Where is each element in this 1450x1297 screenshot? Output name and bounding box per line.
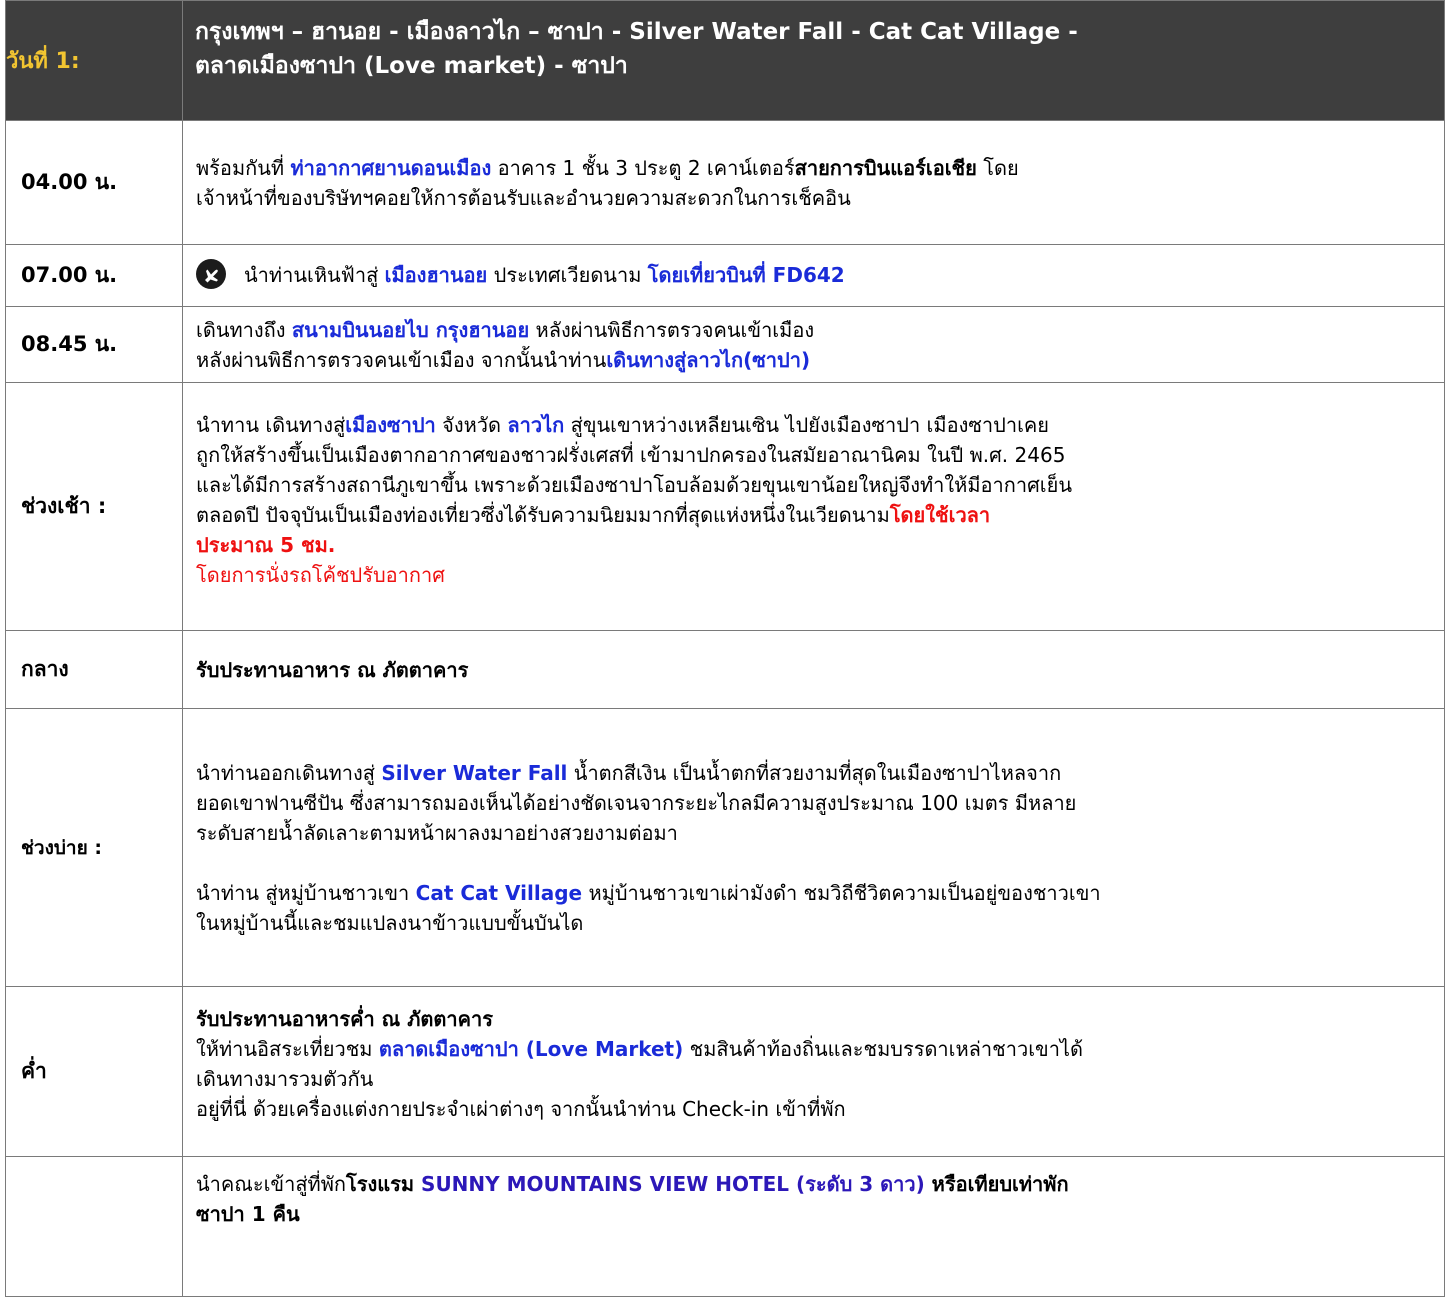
activity-cell: นำคณะเข้าสู่ที่พักโรงแรม SUNNY MOUNTAINS… xyxy=(182,1156,1445,1297)
text: นำทาน เดินทางสู่ xyxy=(196,412,346,437)
day-title-line-2: ตลาดเมืองซาปา (Love market) - ซาปา xyxy=(195,53,628,79)
text: โดย xyxy=(976,155,1019,180)
hotel-name: SUNNY MOUNTAINS VIEW HOTEL (ระดับ 3 ดาว) xyxy=(414,1172,925,1196)
text: นำท่านเหินฟ้าสู่ xyxy=(244,262,385,287)
time-cell: 04.00 น. xyxy=(5,120,183,245)
text: ระดับสายน้ำลัดเลาะตามหน้าผาลงมาอย่างสวยง… xyxy=(196,820,678,845)
activity-cell: รับประทานอาหารค่ำ ณ ภัตตาคาร ให้ท่านอิสร… xyxy=(182,986,1445,1157)
itinerary-table: วันที่ 1: กรุงเทพฯ – ฮานอย - เมืองลาวไก … xyxy=(5,0,1445,1297)
text: ประเทศเวียดนาม xyxy=(487,262,648,287)
text: ตลอดปี ปัจจุบันเป็นเมืองท่องเที่ยวซึ่งได… xyxy=(196,502,890,527)
text: เดินทางถึง xyxy=(196,317,292,342)
time-cell: ช่วงเช้า : xyxy=(5,382,183,631)
hotel-label: โรงแรม xyxy=(346,1172,415,1196)
time-cell xyxy=(5,1156,183,1297)
text: เดินทางมารวมตัวกัน xyxy=(196,1066,374,1091)
text: ให้ท่านอิสระเที่ยวชม xyxy=(196,1036,379,1061)
text: และได้มีการสร้างสถานีภูเขาขึ้น เพราะด้วย… xyxy=(196,472,1073,497)
activity-cell: นำท่านเหินฟ้าสู่ เมืองฮานอย ประเทศเวียดน… xyxy=(182,244,1445,307)
airline-name: สายการบินแอร์เอเชีย xyxy=(794,155,977,180)
dinner-note: รับประทานอาหารค่ำ ณ ภัตตาคาร xyxy=(196,1006,493,1031)
place-noi-bai-airport: สนามบินนอยไบ กรุงฮานอย xyxy=(291,317,530,342)
schedule-row-0700: 07.00 น. นำท่านเหินฟ้าสู่ เมืองฮานอย ประ… xyxy=(5,244,1445,307)
text: นำท่านออกเดินทางสู่ xyxy=(196,760,382,785)
time-cell: ช่วงบ่าย : xyxy=(5,708,183,987)
text: นำคณะเข้าสู่ที่พัก xyxy=(196,1172,346,1196)
transport-note: โดยการนั่งรถโค้ชปรับอากาศ xyxy=(196,562,445,587)
place-love-market: ตลาดเมืองซาปา (Love Market) xyxy=(378,1036,684,1061)
schedule-row-afternoon: ช่วงบ่าย : นำท่านออกเดินทางสู่ Silver Wa… xyxy=(5,708,1445,987)
hotel-nights: ซาปา 1 คืน xyxy=(196,1202,300,1226)
day-title: กรุงเทพฯ – ฮานอย - เมืองลาวไก – ซาปา - S… xyxy=(182,0,1445,121)
day-label: วันที่ 1: xyxy=(5,0,183,121)
travel-time-note: โดยใช้เวลา xyxy=(889,502,991,527)
text: หลังผ่านพิธีการตรวจคนเข้าเมือง xyxy=(529,317,815,342)
schedule-row-0845: 08.45 น. เดินทางถึง สนามบินนอยไบ กรุงฮาน… xyxy=(5,306,1445,383)
text: สู่ขุนเขาหว่างเหลียนเซิน ไปยังเมืองซาปา … xyxy=(564,412,1050,437)
schedule-row-dinner: ค่ำ รับประทานอาหารค่ำ ณ ภัตตาคาร ให้ท่าน… xyxy=(5,986,1445,1157)
activity-cell: รับประทานอาหาร ณ ภัตตาคาร xyxy=(182,630,1445,709)
day-header-row: วันที่ 1: กรุงเทพฯ – ฮานอย - เมืองลาวไก … xyxy=(5,0,1445,121)
place-silver-water-fall: Silver Water Fall xyxy=(381,760,568,785)
place-don-mueang-airport: ท่าอากาศยานดอนเมือง xyxy=(290,155,492,180)
text: พร้อมกันที่ xyxy=(196,155,291,180)
text: อยู่ที่นี่ ด้วยเครื่องแต่งกายประจำเผ่าต่… xyxy=(196,1096,846,1121)
place-hanoi: เมืองฮานอย xyxy=(384,262,488,287)
flight-number: โดยเที่ยวบินที่ FD642 xyxy=(647,262,845,287)
text: จังหวัด xyxy=(435,412,508,437)
activity-cell: เดินทางถึง สนามบินนอยไบ กรุงฮานอย หลังผ่… xyxy=(182,306,1445,383)
activity-cell: พร้อมกันที่ ท่าอากาศยานดอนเมือง อาคาร 1 … xyxy=(182,120,1445,245)
place-lao-cai: เดินทางสู่ลาวไก(ซาปา) xyxy=(606,347,811,372)
text: ชมสินค้าท้องถิ่นและชมบรรดาเหล่าชาวเขาได้ xyxy=(683,1036,1083,1061)
time-cell: ค่ำ xyxy=(5,986,183,1157)
text: เจ้าหน้าที่ของบริษัทฯคอยให้การต้อนรับและ… xyxy=(196,185,851,210)
text: ยอดเขาฟานซีปัน ซึ่งสามารถมองเห็นได้อย่าง… xyxy=(196,790,1077,815)
text: นำท่าน สู่หมู่บ้านชาวเขา xyxy=(196,880,416,905)
day-title-line-1: กรุงเทพฯ – ฮานอย - เมืองลาวไก – ซาปา - S… xyxy=(195,19,1078,45)
activity-cell: นำทาน เดินทางสู่เมืองซาปา จังหวัด ลาวไก … xyxy=(182,382,1445,631)
schedule-row-morning: ช่วงเช้า : นำทาน เดินทางสู่เมืองซาปา จัง… xyxy=(5,382,1445,631)
text: น้ำตกสีเงิน เป็นน้ำตกที่สวยงามที่สุดในเม… xyxy=(567,760,1062,785)
place-lao-cai: ลาวไก xyxy=(507,412,565,437)
text: หมู่บ้านชาวเขาเผ่ามังดำ ชมวิถีชีวิตความเ… xyxy=(582,880,1101,905)
text: หลังผ่านพิธีการตรวจคนเข้าเมือง จากนั้นนำ… xyxy=(196,347,607,372)
schedule-row-hotel: นำคณะเข้าสู่ที่พักโรงแรม SUNNY MOUNTAINS… xyxy=(5,1156,1445,1297)
hotel-alternative: หรือเทียบเท่าพัก xyxy=(924,1172,1069,1196)
schedule-row-0400: 04.00 น. พร้อมกันที่ ท่าอากาศยานดอนเมือง… xyxy=(5,120,1445,245)
schedule-row-lunch: กลาง รับประทานอาหาร ณ ภัตตาคาร xyxy=(5,630,1445,709)
text: ถูกให้สร้างขึ้นเป็นเมืองตากอากาศของชาวฝร… xyxy=(196,442,1066,467)
place-cat-cat-village: Cat Cat Village xyxy=(415,880,583,905)
airplane-icon xyxy=(196,259,226,290)
text: อาคาร 1 ชั้น 3 ประตู 2 เคาน์เตอร์ xyxy=(491,155,795,180)
time-cell: 08.45 น. xyxy=(5,306,183,383)
text: ในหมู่บ้านนี้และชมแปลงนาข้าวแบบขั้นบันได xyxy=(196,910,584,935)
time-cell: กลาง xyxy=(5,630,183,709)
time-cell: 07.00 น. xyxy=(5,244,183,307)
activity-cell: นำท่านออกเดินทางสู่ Silver Water Fall น้… xyxy=(182,708,1445,987)
itinerary-page: วันที่ 1: กรุงเทพฯ – ฮานอย - เมืองลาวไก … xyxy=(0,0,1450,1297)
travel-time-note: ประมาณ 5 ชม. xyxy=(196,532,336,557)
place-sapa: เมืองซาปา xyxy=(345,412,436,437)
